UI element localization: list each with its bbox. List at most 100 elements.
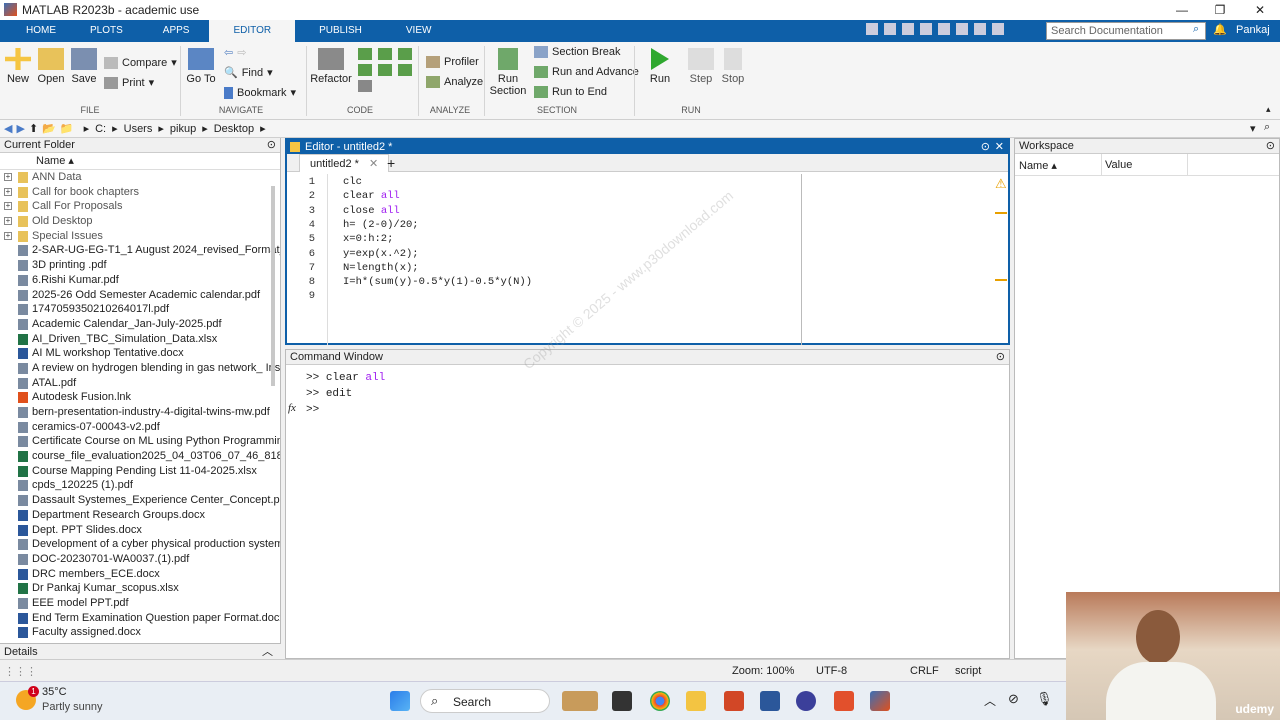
search-documentation-input[interactable]: Search Documentation	[1046, 22, 1206, 40]
warning-icon[interactable]: ⚠	[995, 176, 1007, 192]
close-window-button[interactable]: ✕	[1240, 0, 1280, 20]
paste-icon[interactable]	[920, 23, 932, 35]
function-browser-icon[interactable]: fx	[288, 402, 296, 414]
folder-item[interactable]: + ANN Data	[0, 170, 280, 185]
compare-button[interactable]: Compare ▾	[104, 56, 177, 69]
file-item[interactable]: Autodesk Fusion.lnk	[0, 390, 280, 405]
switch-windows-icon[interactable]	[974, 23, 986, 35]
tab-editor[interactable]: EDITOR	[209, 20, 296, 42]
file-item[interactable]: 2-SAR-UG-EG-T1_1 August 2024_revised_For…	[0, 243, 280, 258]
tab-untitled2[interactable]: untitled2 * ✕	[299, 154, 390, 172]
redo-icon[interactable]	[956, 23, 968, 35]
dropdown-icon[interactable]: ▾	[1250, 122, 1256, 135]
save-button[interactable]: Save	[70, 48, 98, 85]
tab-publish[interactable]: PUBLISH	[295, 20, 386, 42]
comment-icon[interactable]	[358, 48, 372, 60]
indent-icon[interactable]	[358, 64, 372, 76]
matlab-taskbar-icon[interactable]	[870, 691, 890, 711]
run-button[interactable]: Run	[644, 48, 676, 85]
warning-marker[interactable]	[995, 212, 1007, 214]
file-item[interactable]: 2025-26 Odd Semester Academic calendar.p…	[0, 288, 280, 303]
file-item[interactable]: Dept. PPT Slides.docx	[0, 523, 280, 538]
file-item[interactable]: Department Research Groups.docx	[0, 508, 280, 523]
analyze-button[interactable]: Analyze	[426, 76, 483, 88]
breadcrumb-desktop[interactable]: Desktop	[214, 123, 254, 135]
back-forward-buttons[interactable]: ⇦ ⇨	[224, 46, 246, 59]
run-section-button[interactable]: Run Section	[488, 48, 528, 97]
expand-icon[interactable]: +	[4, 202, 12, 211]
file-item[interactable]: Certificate Course on ML using Python Pr…	[0, 434, 280, 449]
collapse-toolstrip-icon[interactable]: ▴	[1266, 104, 1271, 115]
user-menu[interactable]: Pankaj	[1236, 24, 1270, 36]
print-button[interactable]: Print ▾	[104, 76, 154, 89]
cut-icon[interactable]	[884, 23, 896, 35]
windows-start-icon[interactable]	[390, 691, 410, 711]
file-item[interactable]: EEE model PPT.pdf	[0, 596, 280, 611]
back-icon[interactable]: ◀	[4, 122, 12, 135]
panel-menu-icon[interactable]: ⊙	[1266, 139, 1275, 154]
new-button[interactable]: New	[4, 48, 32, 85]
panel-menu-icon[interactable]: ⊙	[996, 350, 1005, 365]
run-to-end-button[interactable]: Run to End	[534, 86, 607, 98]
powerpoint-icon[interactable]	[724, 691, 744, 711]
file-item[interactable]: A review on hydrogen blending in gas net…	[0, 361, 280, 376]
file-item[interactable]: Dr Pankaj Kumar_scopus.xlsx	[0, 581, 280, 596]
details-panel[interactable]: Details ︿	[0, 643, 281, 659]
file-item[interactable]: End Term Examination Question paper Form…	[0, 611, 280, 626]
word-icon[interactable]	[760, 691, 780, 711]
encoding-status[interactable]: UTF-8	[816, 665, 847, 677]
browse-folder-icon[interactable]: 📂	[42, 122, 56, 135]
code-line[interactable]: I=h*(sum(y)-0.5*y(1)-0.5*y(N))	[343, 276, 532, 288]
code-line[interactable]: N=length(x);	[343, 262, 419, 274]
goto-button[interactable]: Go To	[184, 48, 218, 85]
copy-icon[interactable]	[902, 23, 914, 35]
tab-apps[interactable]: APPS	[143, 20, 210, 42]
panel-menu-icon[interactable]: ⊙	[981, 140, 990, 154]
file-explorer-icon[interactable]	[686, 691, 706, 711]
file-item[interactable]: ceramics-07-00043-v2.pdf	[0, 420, 280, 435]
decrease-indent-icon[interactable]	[398, 64, 412, 76]
file-item[interactable]: DOC-20230701-WA0037.(1).pdf	[0, 552, 280, 567]
up-folder-icon[interactable]: ⬆	[29, 122, 38, 135]
bell-icon[interactable]: 🔔	[1213, 23, 1227, 36]
close-editor-icon[interactable]: ✕	[995, 140, 1004, 154]
folder-item[interactable]: + Old Desktop	[0, 214, 280, 229]
breadcrumb-users[interactable]: Users	[124, 123, 153, 135]
find-button[interactable]: 🔍 Find ▾	[224, 66, 273, 80]
expand-icon[interactable]: +	[4, 187, 12, 196]
chevron-up-icon[interactable]: ︿	[984, 692, 996, 709]
file-item[interactable]: DRC members_ECE.docx	[0, 567, 280, 582]
save-icon[interactable]	[866, 23, 878, 35]
close-tab-icon[interactable]: ✕	[369, 158, 378, 170]
file-item[interactable]: Course Mapping Pending List 11-04-2025.x…	[0, 464, 280, 479]
microphone-icon[interactable]: 🎙	[1036, 691, 1053, 707]
workspace-name-header[interactable]: Name ▴	[1019, 159, 1057, 172]
folder-item[interactable]: + Call for book chapters	[0, 185, 280, 200]
code-line[interactable]: y=exp(x.^2);	[343, 248, 419, 260]
task-view-icon[interactable]	[612, 691, 632, 711]
warning-marker[interactable]	[995, 279, 1007, 281]
search-folder-icon[interactable]: ⌕	[1264, 121, 1270, 134]
code-line[interactable]: x=0:h:2;	[343, 233, 393, 245]
zoom-status[interactable]: Zoom: 100%	[732, 665, 794, 677]
file-item[interactable]: Academic Calendar_Jan-July-2025.pdf	[0, 317, 280, 332]
code-line[interactable]: h= (2-0)/20;	[343, 219, 419, 231]
panel-menu-icon[interactable]: ⊙	[267, 138, 276, 153]
file-item[interactable]: AI ML workshop Tentative.docx	[0, 346, 280, 361]
run-and-advance-button[interactable]: Run and Advance	[534, 66, 639, 78]
forward-icon[interactable]: ▶	[16, 122, 24, 135]
file-item[interactable]: 1747059350210264017l.pdf	[0, 302, 280, 317]
profiler-button[interactable]: Profiler	[426, 56, 479, 68]
app-icon[interactable]	[796, 691, 816, 711]
step-button[interactable]: Step	[686, 48, 716, 85]
file-type-status[interactable]: script	[955, 665, 981, 677]
code-line[interactable]: clc	[343, 176, 362, 188]
open-button[interactable]: Open	[36, 48, 66, 85]
bookmark-button[interactable]: Bookmark ▾	[224, 86, 296, 99]
wrap-comments-icon[interactable]	[398, 48, 412, 60]
command-window[interactable]: Command Window ⊙ >> clear all >> edit >> f…	[285, 349, 1010, 659]
widgets-icon[interactable]	[562, 691, 598, 711]
breadcrumb-drive[interactable]: C:	[95, 123, 106, 135]
undo-icon[interactable]	[938, 23, 950, 35]
file-item[interactable]: Development of a cyber physical producti…	[0, 537, 280, 552]
